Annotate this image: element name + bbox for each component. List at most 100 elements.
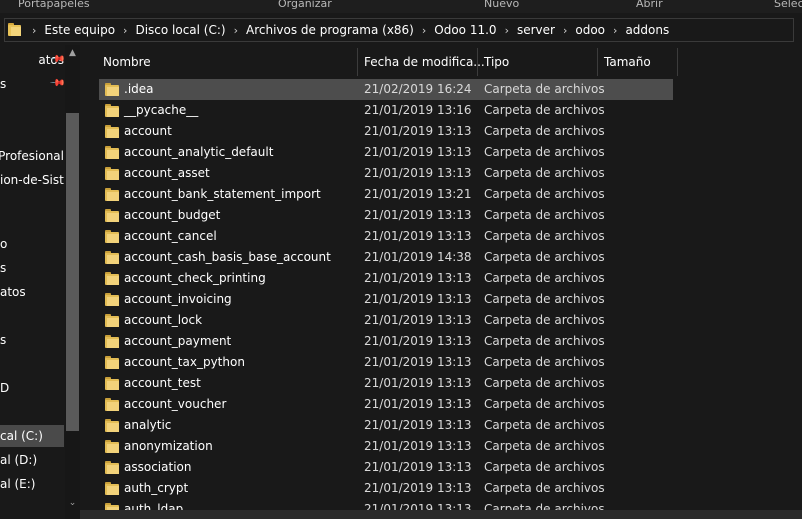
nav-item-descargas[interactable]: s	[0, 257, 64, 279]
folder-icon	[105, 103, 119, 117]
breadcrumb-archivos-de-programa[interactable]: Archivos de programa (x86)	[246, 23, 414, 37]
ribbon-label-nuevo: Nuevo	[484, 0, 520, 10]
folder-icon	[105, 166, 119, 180]
table-row[interactable]: account 21/01/2019 13:13 Carpeta de archiv…	[99, 121, 673, 142]
chevron-right-icon[interactable]: ›	[234, 24, 238, 37]
table-row[interactable]: association 21/01/2019 13:13 Carpeta de ar…	[99, 457, 673, 478]
folder-icon	[105, 439, 119, 453]
table-row[interactable]: account_analytic_default 21/01/2019 13:13…	[99, 142, 673, 163]
file-name: account_cancel	[124, 229, 217, 243]
ribbon-group-labels: Portapapeles Organizar Nuevo Abrir Selec	[0, 0, 802, 13]
folder-icon	[105, 376, 119, 390]
file-type: Carpeta de archivos	[484, 145, 605, 159]
breadcrumb-odoo-folder[interactable]: odoo	[575, 23, 605, 37]
folder-icon	[105, 292, 119, 306]
file-name: analytic	[124, 418, 172, 432]
nav-scrollbar-thumb[interactable]	[66, 113, 79, 431]
table-row[interactable]: account_invoicing 21/01/2019 13:13 Carpeta…	[99, 289, 673, 310]
folder-icon	[105, 145, 119, 159]
breadcrumb-este-equipo[interactable]: Este equipo	[44, 23, 115, 37]
table-row[interactable]: account_asset 21/01/2019 13:13 Carpeta de …	[99, 163, 673, 184]
folder-icon	[105, 460, 119, 474]
file-name: account_check_printing	[124, 271, 266, 285]
file-date-modified: 21/01/2019 13:13	[364, 397, 472, 411]
table-row[interactable]: account_bank_statement_import 21/01/2019 …	[99, 184, 673, 205]
table-row[interactable]: account_test 21/01/2019 13:13 Carpeta de a…	[99, 373, 673, 394]
breadcrumb-disco-local[interactable]: Disco local (C:)	[135, 23, 225, 37]
file-date-modified: 21/01/2019 14:38	[364, 250, 472, 264]
file-name: account_asset	[124, 166, 210, 180]
chevron-right-icon[interactable]: ›	[422, 24, 426, 37]
file-type: Carpeta de archivos	[484, 376, 605, 390]
breadcrumb-odoo[interactable]: Odoo 11.0	[434, 23, 496, 37]
table-row[interactable]: .idea 21/02/2019 16:24 Carpeta de archivos	[99, 79, 673, 100]
breadcrumb-addons[interactable]: addons	[625, 23, 669, 37]
nav-item-videos[interactable]: s	[0, 329, 64, 351]
table-row[interactable]: account_voucher 21/01/2019 13:13 Carpeta d…	[99, 394, 673, 415]
file-name: account	[124, 124, 172, 138]
scroll-up-icon[interactable]: ▲	[66, 47, 79, 59]
column-divider[interactable]	[677, 48, 678, 76]
file-type: Carpeta de archivos	[484, 208, 605, 222]
nav-item-label: ion-de-Sistem	[0, 173, 64, 187]
table-row[interactable]: account_cash_basis_base_account 21/01/201…	[99, 247, 673, 268]
file-date-modified: 21/01/2019 13:13	[364, 313, 472, 327]
table-row[interactable]: __pycache__ 21/01/2019 13:16 Carpeta de ar…	[99, 100, 673, 121]
column-header-date[interactable]: Fecha de modifica...	[364, 48, 485, 76]
nav-item-label: cal (C:)	[0, 429, 43, 443]
folder-icon	[105, 187, 119, 201]
column-header-type[interactable]: Tipo	[484, 48, 509, 76]
table-row[interactable]: account_budget 21/01/2019 13:13 Carpeta de…	[99, 205, 673, 226]
nav-item-escritorio[interactable]: o	[0, 233, 64, 255]
column-divider[interactable]	[357, 48, 358, 76]
table-row[interactable]: account_tax_python 21/01/2019 13:13 Carpet…	[99, 352, 673, 373]
table-row[interactable]: auth_crypt 21/01/2019 13:13 Carpeta de arc…	[99, 478, 673, 499]
file-type: Carpeta de archivos	[484, 271, 605, 285]
nav-item-disco-e[interactable]: al (E:)	[0, 473, 64, 495]
file-date-modified: 21/01/2019 13:13	[364, 418, 472, 432]
table-row[interactable]: account_cancel 21/01/2019 13:13 Carpeta de…	[99, 226, 673, 247]
nav-item-label: D	[0, 381, 10, 395]
chevron-right-icon[interactable]: ›	[123, 24, 127, 37]
file-type: Carpeta de archivos	[484, 397, 605, 411]
file-date-modified: 21/01/2019 13:13	[364, 229, 472, 243]
file-name: account_lock	[124, 313, 203, 327]
file-name: auth_crypt	[124, 481, 189, 495]
file-name: account_budget	[124, 208, 221, 222]
nav-item-disco-d[interactable]: al (D:)	[0, 449, 64, 471]
chevron-down-icon[interactable]: ⌄	[66, 497, 79, 509]
chevron-right-icon[interactable]: ›	[563, 24, 567, 37]
table-row[interactable]: analytic 21/01/2019 13:13 Carpeta de archi…	[99, 415, 673, 436]
table-row[interactable]: account_check_printing 21/01/2019 13:13 Ca…	[99, 268, 673, 289]
folder-icon	[105, 229, 119, 243]
file-type: Carpeta de archivos	[484, 229, 605, 243]
nav-item-disco-c[interactable]: cal (C:)	[0, 425, 64, 447]
file-date-modified: 21/01/2019 13:13	[364, 292, 472, 306]
nav-item-label: al (D:)	[0, 453, 38, 467]
folder-icon	[105, 418, 119, 432]
nav-item-sistemas[interactable]: ion-de-Sistem	[0, 169, 64, 191]
column-divider[interactable]	[597, 48, 598, 76]
breadcrumb-server[interactable]: server	[517, 23, 555, 37]
nav-item-profesional[interactable]: o Profesional	[0, 145, 64, 167]
file-date-modified: 21/01/2019 13:13	[364, 166, 472, 180]
table-row[interactable]: account_lock 21/01/2019 13:13 Carpeta de a…	[99, 310, 673, 331]
table-row[interactable]: anonymization 21/01/2019 13:13 Carpeta de …	[99, 436, 673, 457]
column-header-size[interactable]: Tamaño	[604, 48, 651, 76]
file-name: account_cash_basis_base_account	[124, 250, 331, 264]
file-name: account_invoicing	[124, 292, 232, 306]
table-row[interactable]: account_payment 21/01/2019 13:13 Carpeta d…	[99, 331, 673, 352]
file-date-modified: 21/01/2019 13:16	[364, 103, 472, 117]
file-date-modified: 21/01/2019 13:13	[364, 355, 472, 369]
file-type: Carpeta de archivos	[484, 82, 605, 96]
nav-item-documentos-2[interactable]: atos	[0, 281, 64, 303]
chevron-right-icon[interactable]: ›	[505, 24, 509, 37]
column-header-name[interactable]: Nombre	[103, 48, 151, 76]
chevron-right-icon[interactable]: ›	[613, 24, 617, 37]
address-bar[interactable]: › Este equipo › Disco local (C:) › Archi…	[4, 18, 794, 42]
column-divider[interactable]	[477, 48, 478, 76]
nav-item-objetos-3d[interactable]: D	[0, 377, 64, 399]
file-name: association	[124, 460, 192, 474]
chevron-right-icon[interactable]: ›	[32, 24, 36, 37]
horizontal-scrollbar[interactable]	[80, 510, 802, 519]
